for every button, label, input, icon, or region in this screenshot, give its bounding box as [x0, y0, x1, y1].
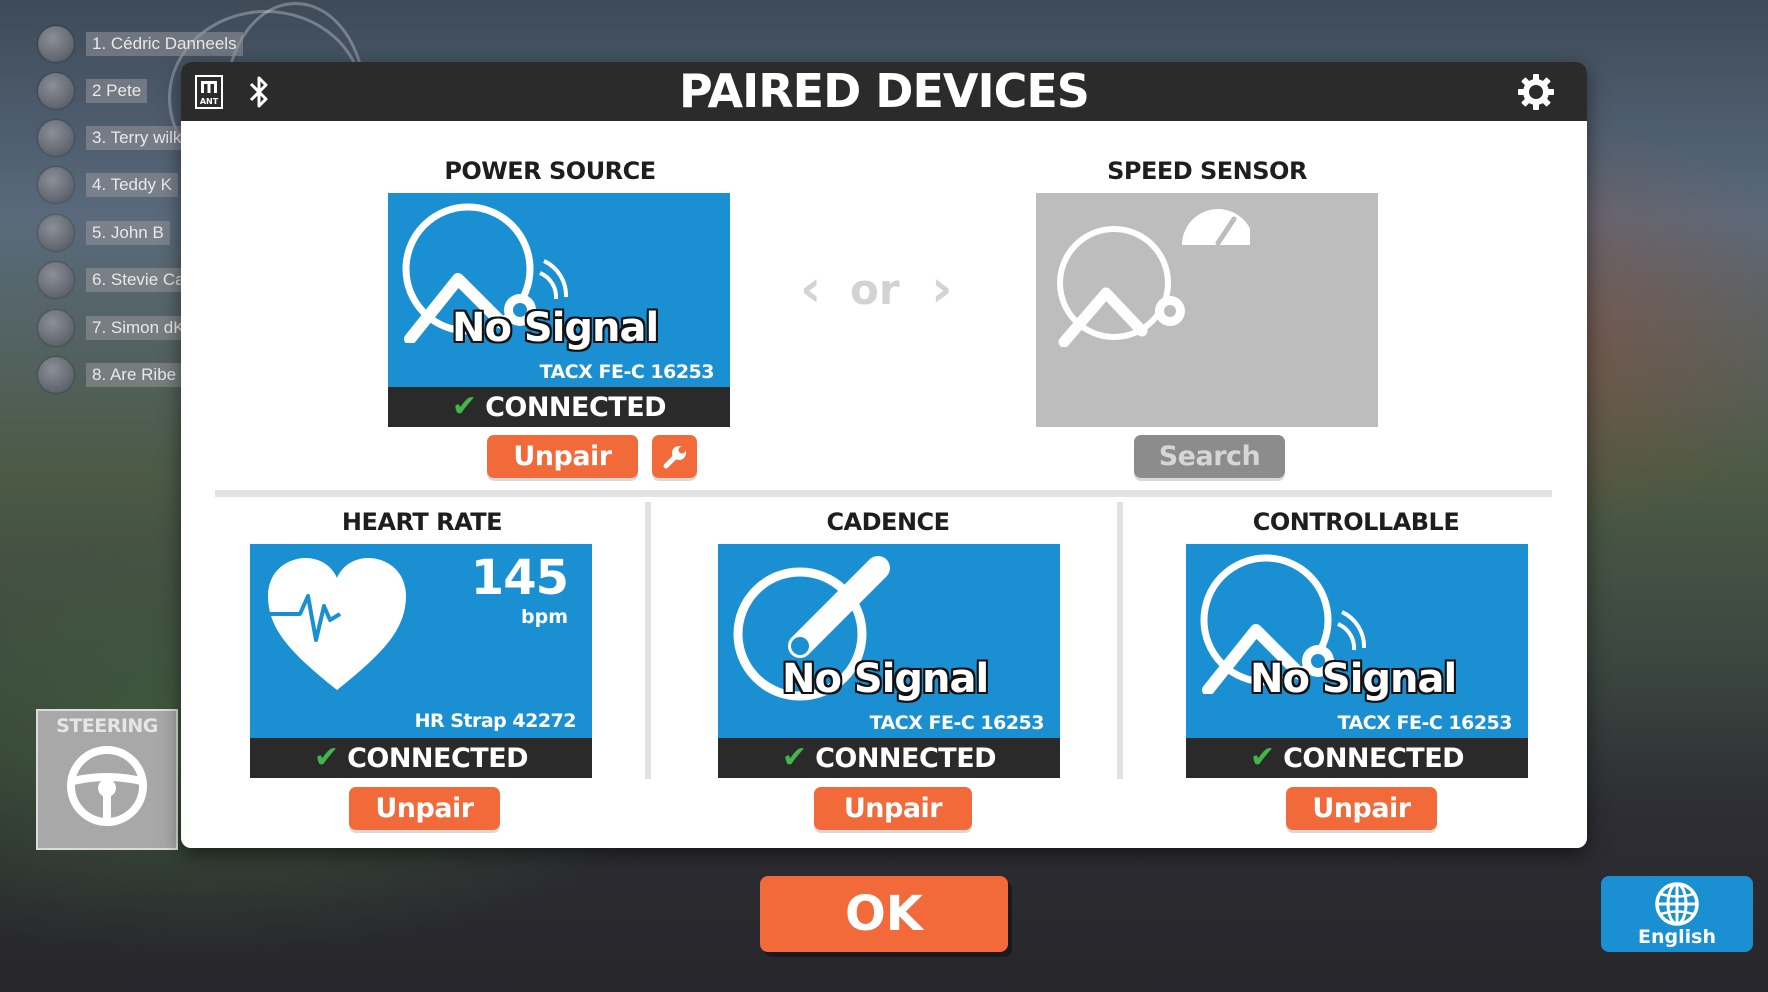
connection-status: CONNECTED — [485, 391, 667, 423]
avatar — [38, 310, 74, 346]
ok-button[interactable]: OK — [760, 876, 1008, 952]
column-divider — [1117, 502, 1123, 779]
speed-sensor-title: SPEED SENSOR — [1107, 157, 1307, 185]
gear-icon[interactable] — [1516, 72, 1556, 112]
device-name: TACX FE-C 16253 — [1337, 712, 1513, 734]
section-divider — [215, 490, 1552, 497]
steering-toggle[interactable]: STEERING — [36, 709, 178, 850]
column-divider — [645, 502, 651, 779]
avatar — [38, 26, 74, 62]
globe-icon — [1655, 882, 1699, 926]
rider-name: 2 Pete — [86, 79, 148, 103]
leaderboard-row: 4. Teddy K — [38, 167, 179, 203]
leaderboard-row: 1. Cédric Danneels — [38, 26, 243, 62]
power-source-tile[interactable]: No Signal TACX FE-C 16253 ✔ CONNECTED — [388, 193, 730, 427]
no-signal-label: No Signal — [782, 656, 989, 702]
rider-name: 6. Stevie Ca — [86, 268, 191, 292]
heart-rate-unpair-button[interactable]: Unpair — [349, 787, 500, 830]
heart-rate-tile[interactable]: 145 bpm HR Strap 42272 ✔ CONNECTED — [250, 544, 592, 778]
power-source-unpair-button[interactable]: Unpair — [487, 435, 638, 478]
check-icon: ✔ — [451, 389, 478, 424]
leaderboard-row: 2 Pete — [38, 73, 148, 109]
speed-sensor-icon — [1057, 209, 1250, 347]
rider-name: 1. Cédric Danneels — [86, 32, 243, 56]
cadence-title: CADENCE — [826, 508, 950, 536]
controllable-tile[interactable]: No Signal TACX FE-C 16253 ✔ CONNECTED — [1186, 544, 1528, 778]
avatar — [38, 120, 74, 156]
heart-rate-value: 145 — [470, 550, 569, 606]
controllable-title: CONTROLLABLE — [1252, 508, 1460, 536]
heart-icon — [268, 558, 406, 690]
or-label: or — [850, 265, 900, 314]
avatar — [38, 357, 74, 393]
rider-name: 5. John B — [86, 221, 170, 245]
speed-sensor-tile[interactable] — [1036, 193, 1378, 427]
connection-status-bar: ✔ CONNECTED — [388, 387, 730, 427]
modal-header: ANT PAIRED DEVICES — [181, 62, 1587, 121]
connection-status: CONNECTED — [1283, 742, 1465, 774]
connection-status: CONNECTED — [347, 742, 529, 774]
rider-name: 4. Teddy K — [86, 173, 179, 197]
rider-name: 8. Are Ribe — [86, 363, 183, 387]
leaderboard-row: 3. Terry wilk — [38, 120, 188, 156]
leaderboard-row: 7. Simon dK — [38, 310, 191, 346]
device-name: HR Strap 42272 — [414, 710, 577, 732]
chevron-right-icon: › — [931, 259, 953, 319]
check-icon: ✔ — [1249, 740, 1276, 775]
cadence-unpair-button[interactable]: Unpair — [814, 787, 972, 830]
leaderboard-row: 5. John B — [38, 215, 170, 251]
heart-rate-unit: bpm — [521, 606, 568, 628]
connection-status-bar: ✔ CONNECTED — [718, 738, 1060, 778]
no-signal-label: No Signal — [1250, 656, 1457, 702]
connection-status-bar: ✔ CONNECTED — [250, 738, 592, 778]
wrench-icon — [663, 445, 686, 468]
leaderboard-row: 8. Are Ribe — [38, 357, 183, 393]
language-button[interactable]: English — [1601, 876, 1753, 952]
rider-name: 3. Terry wilk — [86, 126, 188, 150]
avatar — [38, 73, 74, 109]
connection-status: CONNECTED — [815, 742, 997, 774]
connection-status-bar: ✔ CONNECTED — [1186, 738, 1528, 778]
avatar — [38, 262, 74, 298]
avatar — [38, 167, 74, 203]
no-signal-label: No Signal — [452, 305, 659, 351]
controllable-unpair-button[interactable]: Unpair — [1286, 787, 1437, 830]
device-name: TACX FE-C 16253 — [869, 712, 1045, 734]
check-icon: ✔ — [313, 740, 340, 775]
check-icon: ✔ — [781, 740, 808, 775]
cadence-tile[interactable]: No Signal TACX FE-C 16253 ✔ CONNECTED — [718, 544, 1060, 778]
modal-title: PAIRED DEVICES — [679, 64, 1090, 118]
power-source-title: POWER SOURCE — [444, 157, 656, 185]
wrench-button[interactable] — [652, 435, 697, 478]
chevron-left-icon: ‹ — [800, 259, 822, 319]
steering-label: STEERING — [56, 715, 158, 737]
leaderboard-row: 6. Stevie Ca — [38, 262, 191, 298]
steering-wheel-icon — [67, 746, 147, 826]
device-name: TACX FE-C 16253 — [539, 361, 715, 383]
rider-name: 7. Simon dK — [86, 316, 191, 340]
paired-devices-modal: ANT PAIRED DEVICES POWER SOURCE No Signa… — [181, 62, 1587, 848]
speed-sensor-search-button[interactable]: Search — [1134, 435, 1285, 478]
avatar — [38, 215, 74, 251]
language-label: English — [1638, 926, 1716, 948]
heart-rate-title: HEART RATE — [341, 508, 503, 536]
